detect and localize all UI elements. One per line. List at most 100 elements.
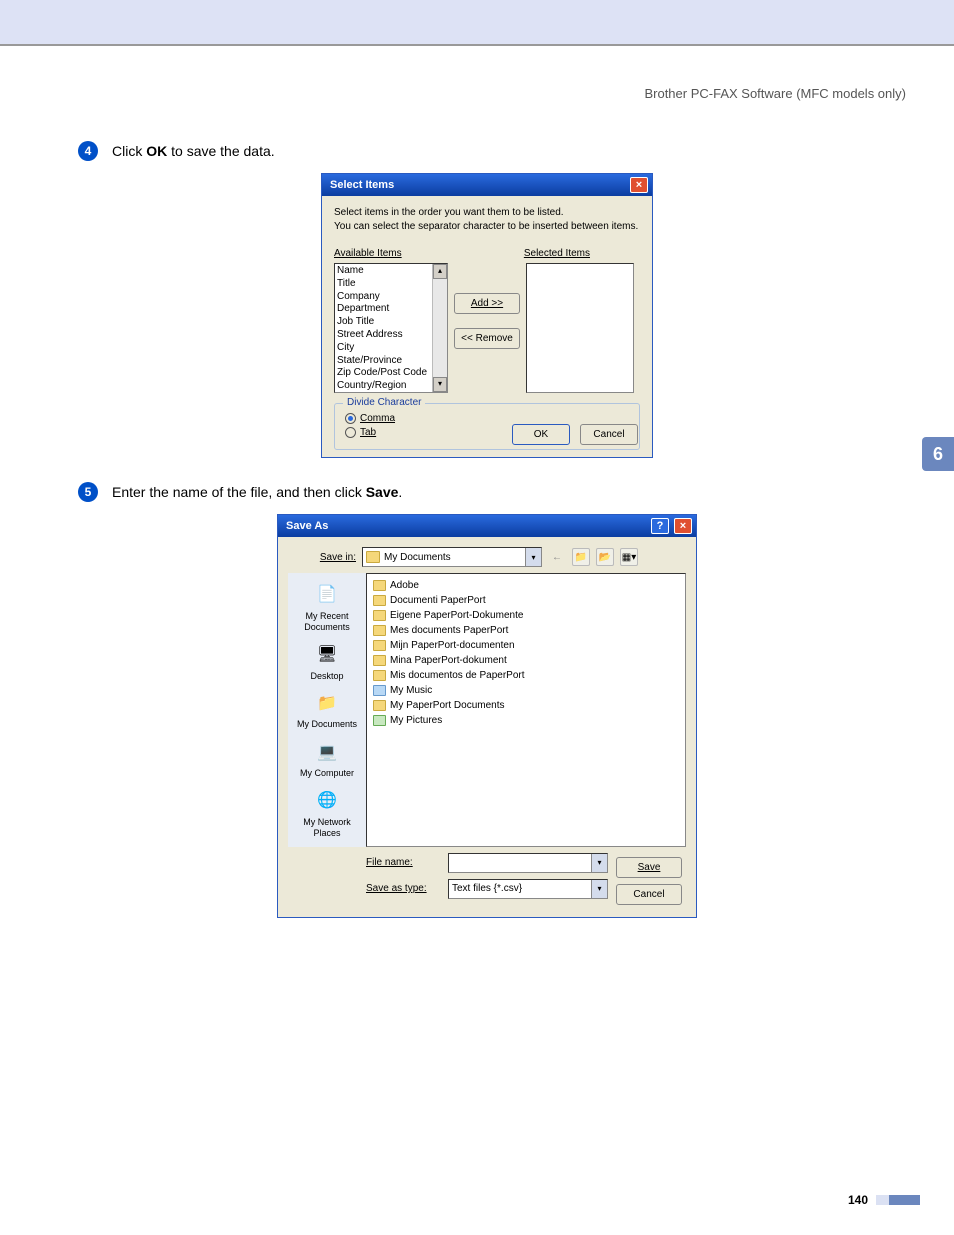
place-icon: 📁: [312, 689, 342, 717]
scroll-down-icon[interactable]: ▾: [433, 377, 447, 392]
chevron-down-icon[interactable]: ▾: [591, 854, 607, 872]
places-item[interactable]: 🖥 Desktop: [288, 637, 366, 686]
available-items-listbox[interactable]: NameTitleCompanyDepartmentJob TitleStree…: [334, 263, 448, 393]
file-item[interactable]: Adobe: [373, 578, 679, 593]
places-item[interactable]: 💻 My Computer: [288, 734, 366, 783]
list-item[interactable]: Company: [337, 291, 445, 304]
back-icon[interactable]: ←: [548, 548, 566, 566]
step-5: 5 Enter the name of the file, and then c…: [78, 482, 896, 502]
list-item[interactable]: Name: [337, 265, 445, 278]
up-folder-icon[interactable]: 📁: [572, 548, 590, 566]
place-icon: 🖥: [312, 641, 342, 669]
file-name: My PaperPort Documents: [390, 700, 505, 711]
file-name: Mina PaperPort-dokument: [390, 655, 507, 666]
places-item[interactable]: 📄My Recent Documents: [288, 577, 366, 637]
folder-icon: [373, 655, 386, 666]
running-header: Brother PC-FAX Software (MFC models only…: [78, 86, 906, 101]
cancel-button[interactable]: Cancel: [616, 884, 682, 905]
selected-items-label: Selected Items: [524, 248, 590, 259]
chevron-down-icon[interactable]: ▾: [591, 880, 607, 898]
combobox-value: Text files {*.csv}: [452, 883, 522, 894]
dialog-instructions: Select items in the order you want them …: [334, 206, 640, 234]
file-list[interactable]: Adobe Documenti PaperPort Eigene PaperPort…: [366, 573, 686, 847]
file-name-input[interactable]: ▾: [448, 853, 608, 873]
list-item[interactable]: Title: [337, 278, 445, 291]
file-item[interactable]: Mina PaperPort-dokument: [373, 653, 679, 668]
file-name-label: File name:: [366, 857, 440, 868]
scrollbar[interactable]: ▴ ▾: [432, 264, 447, 392]
place-label: My Network Places: [290, 817, 364, 839]
folder-icon: [373, 685, 386, 696]
t: Enter the name of the file, and then cli…: [112, 484, 366, 500]
divide-character-group: Divide Character Comma Tab: [334, 403, 640, 450]
footer-decoration: [876, 1195, 920, 1205]
list-item[interactable]: City: [337, 342, 445, 355]
folder-icon: [366, 551, 380, 563]
place-icon: 🌐: [312, 787, 342, 815]
page-footer: 140: [848, 1193, 920, 1207]
group-legend: Divide Character: [343, 397, 425, 408]
selected-items-listbox[interactable]: [526, 263, 634, 393]
combobox-value: My Documents: [384, 552, 451, 563]
file-name: Mes documents PaperPort: [390, 625, 508, 636]
list-item[interactable]: Country/Region: [337, 380, 445, 393]
save-in-label: Save in:: [288, 552, 356, 563]
places-item[interactable]: 📁My Documents: [288, 685, 366, 734]
list-item[interactable]: Department: [337, 303, 445, 316]
radio-icon: [345, 413, 356, 424]
folder-icon: [373, 610, 386, 621]
chevron-down-icon[interactable]: ▾: [525, 548, 541, 566]
file-item[interactable]: My Pictures: [373, 713, 679, 728]
list-item[interactable]: Job Title: [337, 316, 445, 329]
dialog-title: Save As: [286, 520, 328, 532]
close-icon[interactable]: ×: [630, 177, 648, 193]
save-as-type-combobox[interactable]: Text files {*.csv} ▾: [448, 879, 608, 899]
step-4: 4 Click OK to save the data.: [78, 141, 896, 161]
folder-icon: [373, 715, 386, 726]
file-name: Mis documentos de PaperPort: [390, 670, 525, 681]
step-text: Click OK to save the data.: [112, 141, 275, 159]
folder-icon: [373, 595, 386, 606]
add-button[interactable]: Add >>: [454, 293, 520, 314]
file-name: My Pictures: [390, 715, 442, 726]
place-icon: 💻: [312, 738, 342, 766]
save-as-dialog: Save As ? × Save in: My Documents ▾ ← 📁 …: [277, 514, 697, 918]
dialog-titlebar: Select Items ×: [322, 174, 652, 196]
view-menu-icon[interactable]: ▦▾: [620, 548, 638, 566]
select-items-dialog: Select Items × Select items in the order…: [321, 173, 653, 458]
t: .: [398, 484, 402, 500]
file-item[interactable]: My PaperPort Documents: [373, 698, 679, 713]
scroll-up-icon[interactable]: ▴: [433, 264, 447, 279]
file-item[interactable]: Mis documentos de PaperPort: [373, 668, 679, 683]
dialog-titlebar: Save As ? ×: [278, 515, 696, 537]
places-bar: 📄My Recent Documents 🖥 Desktop 📁My Document…: [288, 573, 366, 847]
file-item[interactable]: Mes documents PaperPort: [373, 623, 679, 638]
places-item[interactable]: 🌐My Network Places: [288, 783, 366, 843]
radio-tab[interactable]: Tab: [345, 427, 629, 438]
save-button[interactable]: Save: [616, 857, 682, 878]
radio-comma[interactable]: Comma: [345, 413, 629, 424]
save-in-combobox[interactable]: My Documents ▾: [362, 547, 542, 567]
list-item[interactable]: Street Address: [337, 329, 445, 342]
place-label: Desktop: [290, 671, 364, 682]
file-item[interactable]: Documenti PaperPort: [373, 593, 679, 608]
help-icon[interactable]: ?: [651, 518, 669, 534]
file-name: Documenti PaperPort: [390, 595, 486, 606]
list-item[interactable]: Zip Code/Post Code: [337, 367, 445, 380]
step-text: Enter the name of the file, and then cli…: [112, 482, 402, 500]
t: You can select the separator character t…: [334, 220, 640, 234]
page-number: 140: [848, 1193, 868, 1207]
new-folder-icon[interactable]: 📂: [596, 548, 614, 566]
file-item[interactable]: My Music: [373, 683, 679, 698]
folder-icon: [373, 625, 386, 636]
remove-button[interactable]: << Remove: [454, 328, 520, 349]
close-icon[interactable]: ×: [674, 518, 692, 534]
t: Select items in the order you want them …: [334, 206, 640, 220]
file-item[interactable]: Mijn PaperPort-documenten: [373, 638, 679, 653]
place-label: My Computer: [290, 768, 364, 779]
t-bold: OK: [146, 143, 167, 159]
t-bold: Save: [366, 484, 399, 500]
t: Click: [112, 143, 146, 159]
file-item[interactable]: Eigene PaperPort-Dokumente: [373, 608, 679, 623]
list-item[interactable]: State/Province: [337, 355, 445, 368]
